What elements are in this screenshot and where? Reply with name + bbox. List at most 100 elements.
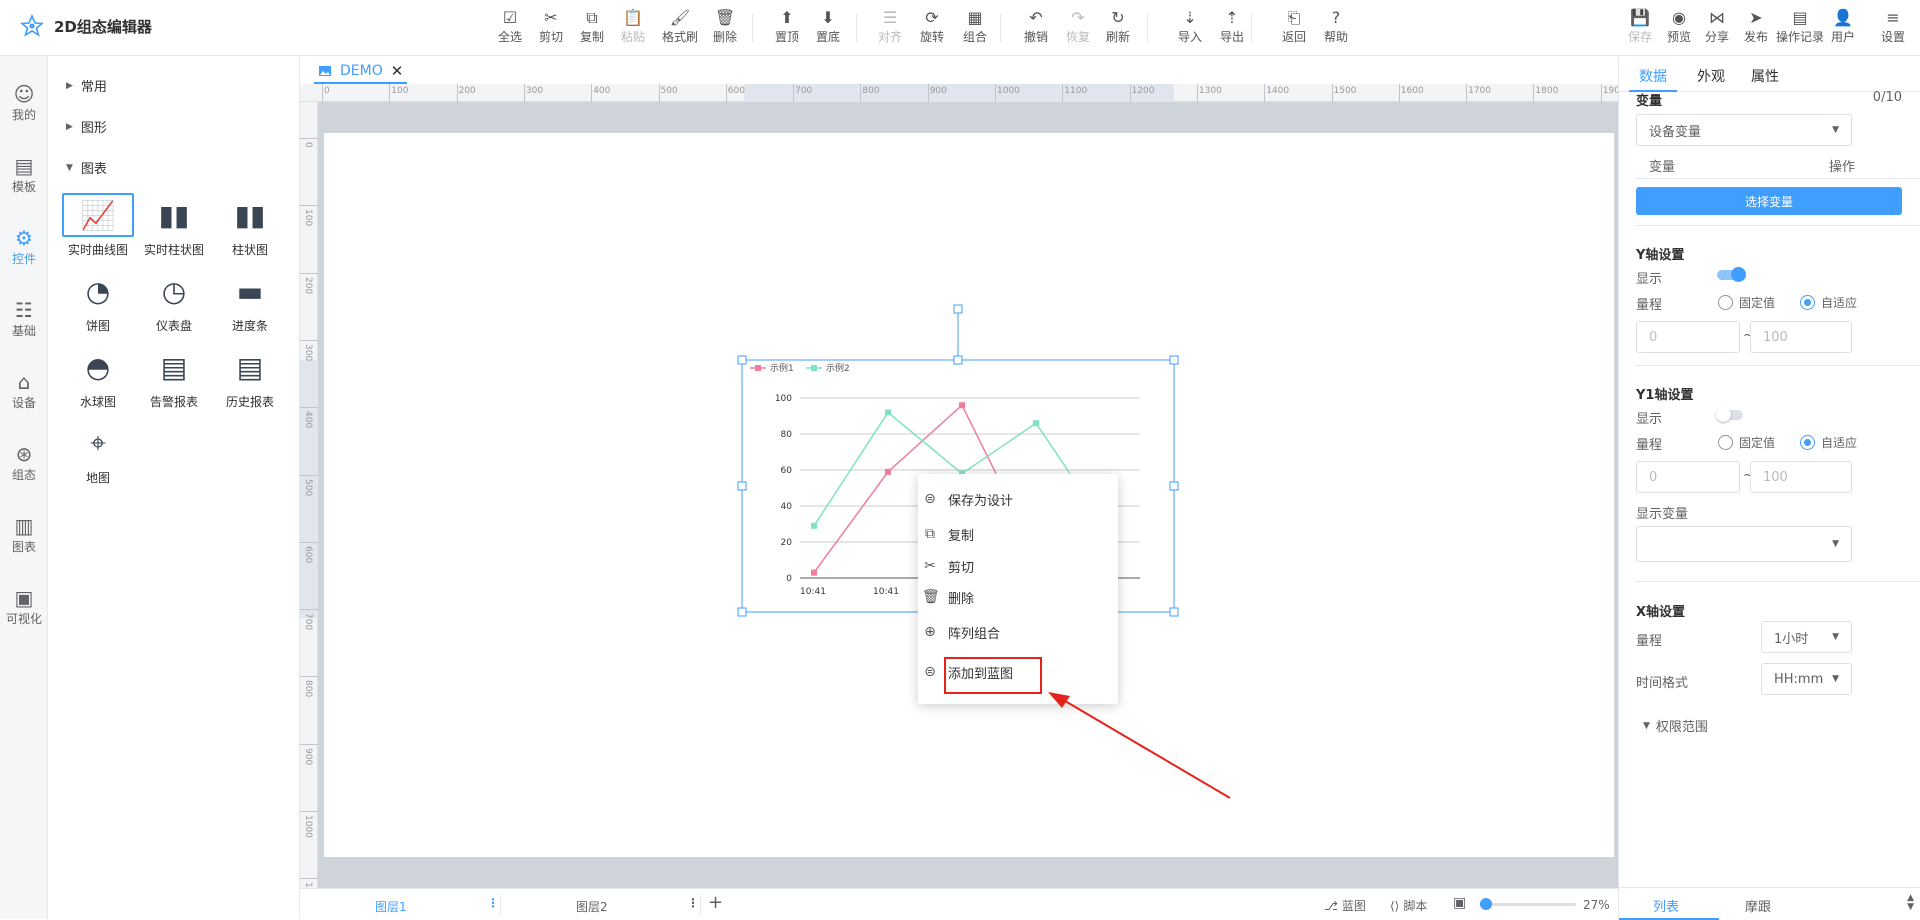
nav-item-4[interactable]: ⌂ 设备 [0, 358, 48, 422]
context-item-3[interactable]: 🗑 删除 [918, 582, 1118, 612]
resize-handle[interactable] [737, 481, 747, 491]
ruler-label: 600 [303, 545, 313, 563]
resize-handle[interactable] [737, 607, 747, 617]
permission-section[interactable]: ▼ 权限范围 [1643, 716, 1708, 735]
component-gauge[interactable]: ◷ 仪表盘 [136, 269, 212, 339]
context-item-2[interactable]: ✂ 剪切 [918, 551, 1118, 581]
toolbar-button-11[interactable]: ↶ 撤销 [1016, 8, 1056, 52]
y1-show-toggle[interactable] [1716, 407, 1743, 422]
component-pie-chart[interactable]: ◔ 饼图 [60, 269, 136, 339]
add-layer-button[interactable]: + [708, 892, 723, 913]
radio-circle [1800, 435, 1815, 450]
toolbar-right-button-2[interactable]: ⋈ 分享 [1697, 8, 1737, 52]
context-item-1[interactable]: ⧉ 复制 [918, 519, 1118, 549]
component-progress[interactable]: ▬ 进度条 [212, 269, 288, 339]
resize-handle[interactable] [1169, 607, 1179, 617]
component-alarm-report[interactable]: ▤ 告警报表 [136, 345, 212, 415]
nav-label: 图表 [11, 539, 36, 554]
nav-item-2[interactable]: ⚙ 控件 [0, 214, 48, 278]
tab-properties[interactable]: 属性 [1751, 66, 1779, 86]
time-format-select[interactable]: HH:mm ▼ [1761, 663, 1852, 695]
y1-min-input[interactable]: 0 [1636, 461, 1740, 493]
y1-radio-auto[interactable]: 自适应 [1800, 434, 1857, 451]
layer-tab-1[interactable]: 图层1 [375, 898, 407, 915]
toolbar-button-6[interactable]: ⬆ 置顶 [767, 8, 807, 52]
component-map[interactable]: ⌖ 地图 [60, 421, 136, 491]
ruler-label: 800 [862, 86, 880, 96]
x-range-select[interactable]: 1小时 ▼ [1761, 621, 1852, 653]
more-icon[interactable]: ⋮ [687, 896, 699, 910]
toolbar-button-9[interactable]: ⟳ 旋转 [912, 8, 952, 52]
nav-item-0[interactable]: ☺ 我的 [0, 70, 48, 134]
nav-item-6[interactable]: ▥ 图表 [0, 502, 48, 566]
component-history-report[interactable]: ▤ 历史报表 [212, 345, 288, 415]
category-charts[interactable]: ▼ 图表 [66, 158, 107, 177]
toolbar-button-16[interactable]: ⎗ 返回 [1274, 8, 1314, 52]
toolbar-right-button-6[interactable]: ≡ 设置 [1873, 8, 1913, 52]
toolbar-right-button-1[interactable]: ◉ 预览 [1659, 8, 1699, 52]
nav-item-1[interactable]: ▤ 模板 [0, 142, 48, 206]
zoom-slider[interactable] [1480, 898, 1576, 910]
ruler-label: 700 [795, 86, 813, 96]
toolbar-button-7[interactable]: ⬇ 置底 [808, 8, 848, 52]
toolbar-right-button-3[interactable]: ➤ 发布 [1736, 8, 1776, 52]
y-max-input[interactable]: 100 [1750, 321, 1852, 353]
choose-variable-button[interactable]: 选择变量 [1636, 187, 1902, 215]
component-line-chart[interactable]: 📈 实时曲线图 [60, 193, 136, 263]
toolbar-button-1[interactable]: ✂ 剪切 [531, 8, 571, 52]
toolbar-button-13[interactable]: ↻ 刷新 [1098, 8, 1138, 52]
more-icon[interactable]: ⋮ [487, 896, 499, 910]
nav-item-7[interactable]: ▣ 可视化 [0, 574, 48, 638]
resize-handle[interactable] [953, 355, 963, 365]
y-radio-auto[interactable]: 自适应 [1800, 294, 1857, 311]
nav-item-5[interactable]: ⊛ 组态 [0, 430, 48, 494]
toolbar-button-8[interactable]: ☰ 对齐 [870, 8, 910, 52]
y1-radio-fixed[interactable]: 固定值 [1718, 434, 1775, 451]
tab-demo[interactable]: DEMO ✕ [314, 60, 408, 84]
y-radio-fixed[interactable]: 固定值 [1718, 294, 1775, 311]
caret-down-icon: ▼ [1832, 674, 1839, 684]
resize-handle[interactable] [737, 355, 747, 365]
toolbar-right-button-0[interactable]: 💾 保存 [1620, 8, 1660, 52]
y-min-input[interactable]: 0 [1636, 321, 1740, 353]
component-bar-chart[interactable]: ▮▮ 实时柱状图 [136, 193, 212, 263]
toolbar-button-10[interactable]: ▦ 组合 [955, 8, 995, 52]
category-shapes[interactable]: ▶ 图形 [66, 117, 107, 136]
component-liquid[interactable]: ◓ 水球图 [60, 345, 136, 415]
zoom-slider-thumb[interactable] [1480, 898, 1492, 910]
fit-icon[interactable]: ▣ [1453, 895, 1466, 911]
tab-data[interactable]: 数据 [1639, 66, 1667, 86]
toolbar-button-3[interactable]: 📋 粘贴 [613, 8, 653, 52]
toolbar-button-4[interactable]: 🖌 格式刷 [660, 8, 700, 52]
tab-list[interactable]: 列表 [1653, 896, 1679, 915]
show-variable-select[interactable]: ▼ [1636, 526, 1852, 562]
resize-handle[interactable] [1169, 481, 1179, 491]
nav-item-3[interactable]: ☷ 基础 [0, 286, 48, 350]
ruler-tick [300, 272, 318, 274]
toolbar-right-button-5[interactable]: 👤 用户 [1823, 8, 1863, 52]
scroll-arrows[interactable]: ▲ ▼ [1907, 894, 1914, 912]
toolbar-button-14[interactable]: ⇣ 导入 [1170, 8, 1210, 52]
component-bar-chart[interactable]: ▮▮ 柱状图 [212, 193, 288, 263]
rotate-handle[interactable] [953, 304, 963, 314]
y1-max-input[interactable]: 100 [1750, 461, 1852, 493]
toolbar-button-15[interactable]: ⇡ 导出 [1212, 8, 1252, 52]
toolbar-button-2[interactable]: ⧉ 复制 [572, 8, 612, 52]
toolbar-right-button-4[interactable]: ▤ 操作记录 [1772, 8, 1828, 52]
context-item-4[interactable]: ⊕ 阵列组合 [918, 617, 1118, 647]
toolbar-button-17[interactable]: ? 帮助 [1316, 8, 1356, 52]
toolbar-button-5[interactable]: 🗑 删除 [705, 8, 745, 52]
blueprint-button[interactable]: ⎇ 蓝图 [1324, 897, 1366, 914]
variable-type-select[interactable]: 设备变量 ▼ [1636, 114, 1852, 146]
tab-appearance[interactable]: 外观 [1697, 66, 1725, 86]
close-icon[interactable]: ✕ [391, 62, 404, 80]
layer-tab-2[interactable]: 图层2 [576, 898, 608, 915]
tab-second[interactable]: 摩跟 [1745, 896, 1771, 915]
y-show-toggle[interactable] [1717, 267, 1746, 282]
category-common[interactable]: ▶ 常用 [66, 76, 107, 95]
context-item-0[interactable]: ⊜ 保存为设计 [918, 484, 1118, 514]
script-button[interactable]: ⟨⟩ 脚本 [1390, 897, 1427, 914]
toolbar-button-0[interactable]: ☑ 全选 [490, 8, 530, 52]
toolbar-button-12[interactable]: ↷ 恢复 [1058, 8, 1098, 52]
resize-handle[interactable] [1169, 355, 1179, 365]
